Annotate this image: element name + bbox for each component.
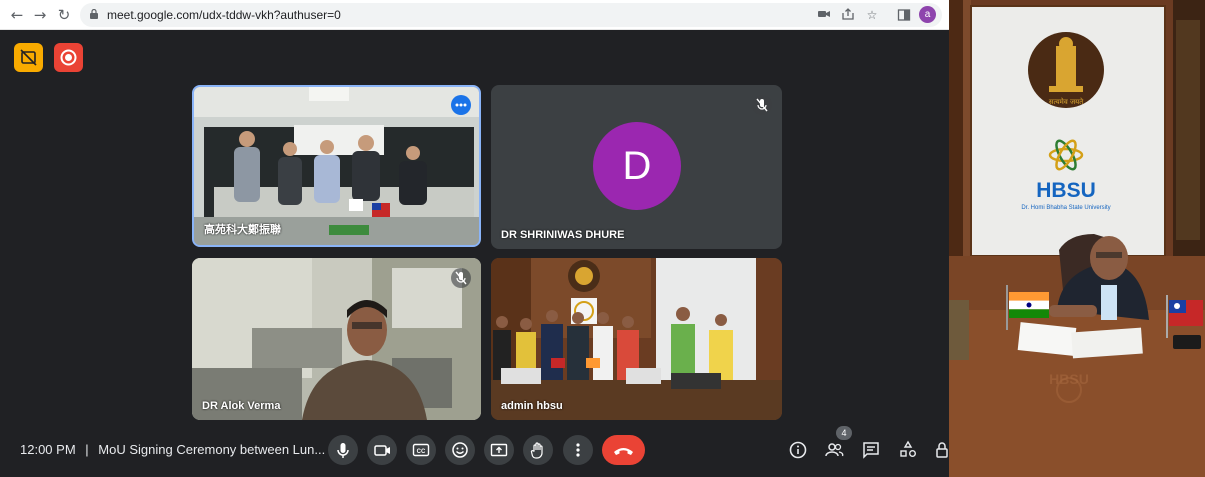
raise-hand-button[interactable] [523, 435, 553, 465]
leave-call-button[interactable] [602, 435, 645, 465]
mic-icon [337, 443, 349, 458]
recording-badge[interactable] [54, 43, 83, 72]
meeting-time: 12:00 PM [20, 442, 76, 457]
svg-text:CC: CC [417, 449, 426, 455]
browser-toolbar: ← → ↻ meet.google.com/udx-tddw-vkh?authu… [0, 0, 949, 30]
room-camera-feed: सत्यमेव जयते HBSU Dr. Homi Bhabha State … [949, 0, 1205, 477]
participant-name: 高苑科大鄭振聯 [204, 224, 281, 236]
more-options-icon[interactable] [451, 95, 471, 115]
address-bar[interactable]: meet.google.com/udx-tddw-vkh?authuser=0 … [80, 3, 942, 27]
participant-tile-group[interactable]: 高苑科大鄭振聯 [192, 85, 481, 247]
verma-video-feed [192, 258, 481, 420]
participant-tile-dhure[interactable]: D DR SHRINIWAS DHURE [491, 85, 782, 249]
university-short-name: HBSU [1036, 179, 1096, 202]
lock-icon [90, 9, 98, 19]
hbsu-video-feed [491, 258, 782, 420]
meeting-details-icon[interactable] [788, 440, 808, 460]
captions-off-badge[interactable] [14, 43, 43, 72]
end-call-icon [614, 448, 633, 455]
participant-avatar: D [593, 122, 681, 210]
video-camera-icon [374, 445, 390, 456]
profile-avatar[interactable]: a [919, 6, 936, 23]
more-options-button[interactable] [563, 435, 593, 465]
chat-icon[interactable] [861, 440, 881, 460]
signing-scene-image: सत्यमेव जयते HBSU Dr. Homi Bhabha State … [949, 0, 1205, 477]
participant-count-badge: 4 [836, 426, 852, 440]
captions-button[interactable]: CC [406, 435, 436, 465]
forward-icon[interactable]: → [31, 6, 49, 24]
reactions-button[interactable] [445, 435, 475, 465]
mic-off-icon [451, 268, 471, 288]
closed-captions-icon: CC [412, 443, 430, 457]
url-text: meet.google.com/udx-tddw-vkh?authuser=0 [107, 8, 341, 22]
bookmark-star-icon[interactable]: ☆ [864, 7, 880, 23]
participant-name: DR Alok Verma [202, 400, 281, 412]
meeting-title: MoU Signing Ceremony between Lun... [98, 442, 326, 457]
participant-name: admin hbsu [501, 400, 563, 412]
share-icon[interactable] [840, 7, 856, 23]
participant-tile-admin-hbsu[interactable]: admin hbsu [491, 258, 782, 420]
hand-icon [530, 442, 543, 459]
mic-off-icon [752, 95, 772, 115]
activities-icon[interactable] [898, 440, 918, 460]
microphone-button[interactable] [328, 435, 358, 465]
back-icon[interactable]: ← [8, 6, 26, 24]
participant-tile-verma[interactable]: DR Alok Verma [192, 258, 481, 420]
camera-icon[interactable] [816, 7, 832, 23]
present-screen-button[interactable] [484, 435, 514, 465]
meeting-info: 12:00 PM | MoU Signing Ceremony between … [20, 442, 325, 457]
present-icon [490, 443, 508, 457]
university-full-name: Dr. Homi Bhabha State University [1021, 205, 1110, 211]
reload-icon[interactable]: ↻ [55, 6, 73, 24]
emblem-motto: सत्यमेव जयते [1049, 97, 1084, 106]
people-icon[interactable] [824, 440, 844, 460]
camera-button[interactable] [367, 435, 397, 465]
emoji-icon [452, 442, 468, 458]
more-vertical-icon [576, 443, 580, 457]
participant-name: DR SHRINIWAS DHURE [501, 229, 625, 241]
meet-window: 高苑科大鄭振聯 D DR SHRINIWAS DHURE DR Alok Ver [0, 30, 949, 477]
side-panel-icon[interactable] [895, 6, 913, 24]
meeting-info-separator: | [85, 442, 89, 457]
